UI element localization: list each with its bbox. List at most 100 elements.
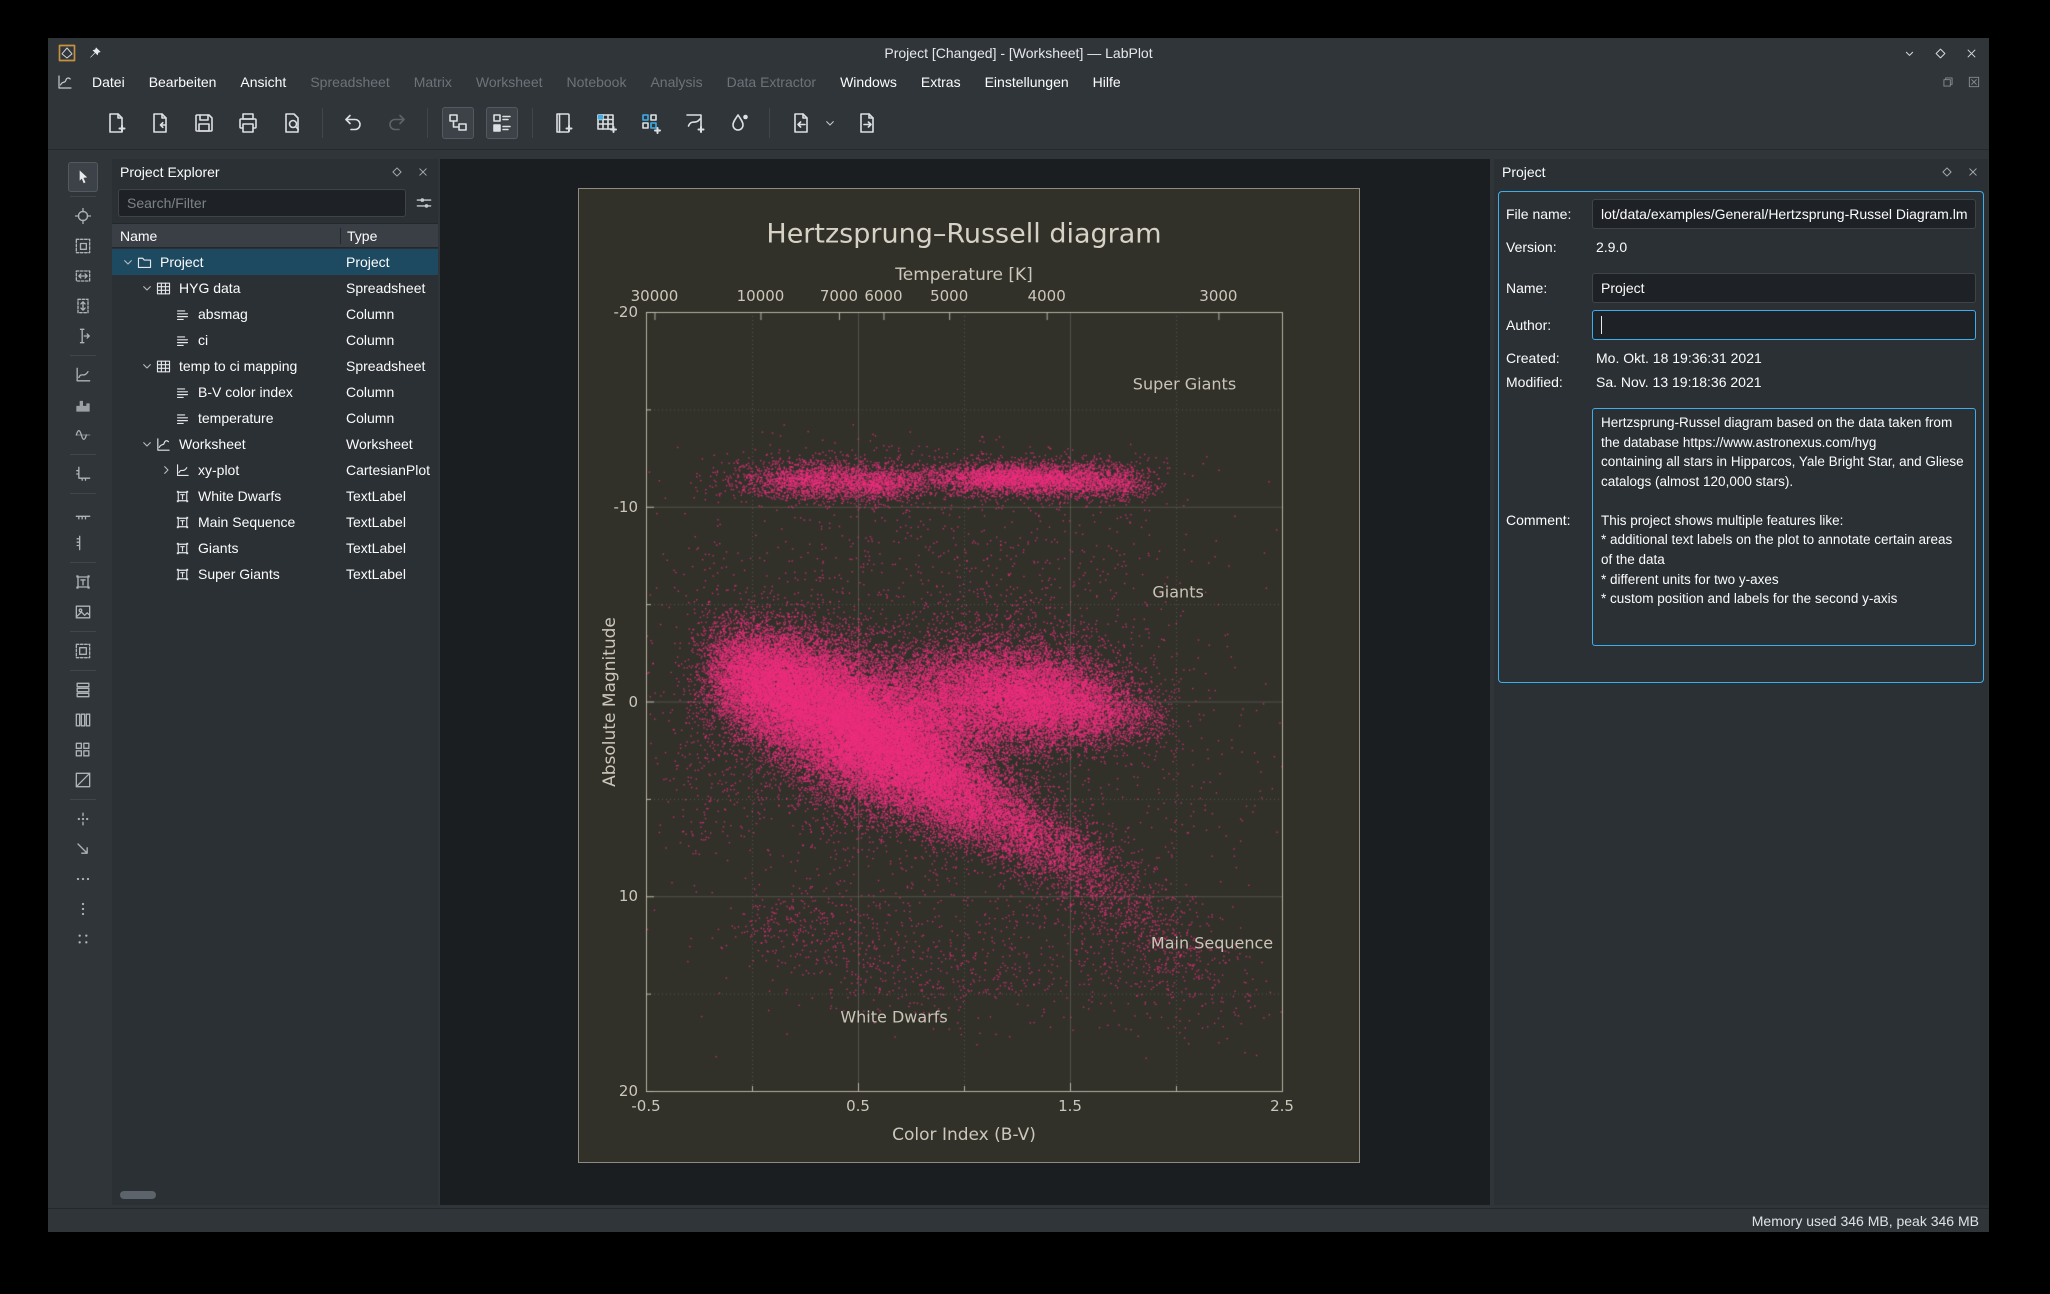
horizontal-layout-tool-icon[interactable]	[68, 705, 98, 735]
select-cursor-tool-icon[interactable]	[68, 162, 98, 192]
add-xy-curve-tool-icon[interactable]	[68, 360, 98, 390]
chevron-down-icon[interactable]	[120, 254, 136, 270]
tree-row-project[interactable]: ProjectProject	[112, 249, 438, 275]
column-header-name[interactable]: Name	[112, 228, 340, 244]
zoom-x-select-tool-icon[interactable]	[68, 261, 98, 291]
version-label: Version:	[1506, 239, 1557, 255]
shade-button[interactable]	[1902, 46, 1917, 61]
menu-ansicht[interactable]: Ansicht	[228, 70, 298, 94]
open-project-button[interactable]	[144, 107, 176, 139]
menu-windows[interactable]: Windows	[828, 70, 909, 94]
tree-row-main-sequence[interactable]: Main SequenceTextLabel	[112, 509, 438, 535]
add-histogram-tool-icon[interactable]	[68, 390, 98, 420]
menu-hilfe[interactable]: Hilfe	[1081, 70, 1133, 94]
mdi-close-button[interactable]	[1967, 75, 1981, 89]
vertical-layout-tool-icon[interactable]	[68, 675, 98, 705]
chevron-right-icon[interactable]	[158, 462, 174, 478]
import-dropdown-icon[interactable]	[822, 115, 838, 131]
import-button[interactable]	[784, 107, 816, 139]
search-input[interactable]	[118, 189, 406, 217]
zoom-select-tool-icon[interactable]	[68, 231, 98, 261]
worksheet-page[interactable]: Hertzsprung–Russell diagramTemperature […	[578, 188, 1360, 1163]
y-axis-tick: 0	[628, 693, 638, 711]
add-axis-tool-icon[interactable]	[68, 459, 98, 489]
close-dock-icon[interactable]	[1966, 165, 1980, 179]
menu-extras[interactable]: Extras	[909, 70, 973, 94]
name-input[interactable]	[1592, 273, 1976, 303]
export-button[interactable]	[850, 107, 882, 139]
tree-row-absmag[interactable]: absmagColumn	[112, 301, 438, 327]
chevron-down-icon[interactable]	[139, 436, 155, 452]
chevron-down-icon[interactable]	[139, 358, 155, 374]
close-button[interactable]	[1964, 46, 1979, 61]
tree-row-b-v-color-index[interactable]: B-V color indexColumn	[112, 379, 438, 405]
add-plot-area-tool-icon[interactable]	[68, 636, 98, 666]
mdi-restore-button[interactable]	[1941, 75, 1955, 89]
plot-title[interactable]: Hertzsprung–Russell diagram	[766, 219, 1161, 250]
menu-spreadsheet: Spreadsheet	[298, 70, 401, 94]
tree-row-xy-plot[interactable]: xy-plotCartesianPlot	[112, 457, 438, 483]
tree-item-name: absmag	[198, 306, 248, 322]
new-spreadsheet-button[interactable]	[591, 107, 623, 139]
new-worksheet-button[interactable]	[679, 107, 711, 139]
dots-vertical-tool-icon[interactable]	[68, 894, 98, 924]
break-layout-tool-icon[interactable]	[68, 765, 98, 795]
add-axis-bottom-tool-icon[interactable]	[68, 498, 98, 528]
print-preview-button[interactable]	[276, 107, 308, 139]
add-text-label-tool-icon[interactable]	[68, 567, 98, 597]
toggle-project-explorer-button[interactable]	[442, 107, 474, 139]
author-input[interactable]	[1592, 310, 1976, 340]
float-button[interactable]	[1933, 46, 1948, 61]
color-maps-button[interactable]	[723, 107, 755, 139]
menu-bearbeiten[interactable]: Bearbeiten	[137, 70, 229, 94]
tree-row-temperature[interactable]: temperatureColumn	[112, 405, 438, 431]
cursor-line-tool-icon[interactable]	[68, 321, 98, 351]
new-matrix-button[interactable]	[635, 107, 667, 139]
dots-horizontal-tool-icon[interactable]	[68, 864, 98, 894]
tree-row-temp-to-ci-mapping[interactable]: temp to ci mappingSpreadsheet	[112, 353, 438, 379]
text-label-super-giants[interactable]: Super Giants	[1133, 375, 1236, 394]
add-image-tool-icon[interactable]	[68, 597, 98, 627]
pin-icon[interactable]	[87, 45, 103, 61]
undo-button[interactable]	[337, 107, 369, 139]
tree-item-name: HYG data	[179, 280, 240, 296]
grid-layout-tool-icon[interactable]	[68, 735, 98, 765]
arrow-tool-icon[interactable]	[68, 834, 98, 864]
move-tool-icon[interactable]	[68, 804, 98, 834]
tree-row-worksheet[interactable]: WorksheetWorksheet	[112, 431, 438, 457]
comment-textarea[interactable]: Hertzsprung-Russel diagram based on the …	[1592, 408, 1976, 646]
menu-einstellungen[interactable]: Einstellungen	[973, 70, 1081, 94]
text-label-white-dwarfs[interactable]: White Dwarfs	[840, 1007, 947, 1026]
column-header-type[interactable]: Type	[340, 228, 438, 244]
comment-label: Comment:	[1506, 512, 1571, 528]
tree-row-super-giants[interactable]: Super GiantsTextLabel	[112, 561, 438, 587]
chevron-down-icon[interactable]	[139, 280, 155, 296]
horizontal-scrollbar[interactable]	[120, 1191, 156, 1199]
text-label-main-sequence[interactable]: Main Sequence	[1151, 933, 1273, 952]
save-project-button[interactable]	[188, 107, 220, 139]
x-axis-tick: 2.5	[1270, 1097, 1294, 1115]
close-dock-icon[interactable]	[416, 165, 430, 179]
add-fourier-filter-tool-icon[interactable]	[68, 420, 98, 450]
dots-grid-tool-icon[interactable]	[68, 924, 98, 954]
float-dock-icon[interactable]	[390, 165, 404, 179]
print-button[interactable]	[232, 107, 264, 139]
tree-row-giants[interactable]: GiantsTextLabel	[112, 535, 438, 561]
project-explorer-title: Project Explorer	[120, 164, 220, 180]
chevron-spacer	[158, 514, 174, 530]
file-name-input[interactable]	[1592, 199, 1976, 229]
menu-datei[interactable]: Datei	[80, 70, 137, 94]
tree-row-white-dwarfs[interactable]: White DwarfsTextLabel	[112, 483, 438, 509]
toggle-properties-explorer-button[interactable]	[486, 107, 518, 139]
zoom-y-select-tool-icon[interactable]	[68, 291, 98, 321]
crosshair-cursor-tool-icon[interactable]	[68, 201, 98, 231]
xy-plot-canvas[interactable]	[579, 189, 1361, 1164]
add-axis-left-tool-icon[interactable]	[68, 528, 98, 558]
filter-options-icon[interactable]	[414, 193, 434, 213]
new-workbook-button[interactable]	[547, 107, 579, 139]
new-project-button[interactable]	[100, 107, 132, 139]
tree-row-hyg-data[interactable]: HYG dataSpreadsheet	[112, 275, 438, 301]
float-dock-icon[interactable]	[1940, 165, 1954, 179]
text-label-giants[interactable]: Giants	[1152, 583, 1203, 602]
tree-row-ci[interactable]: ciColumn	[112, 327, 438, 353]
